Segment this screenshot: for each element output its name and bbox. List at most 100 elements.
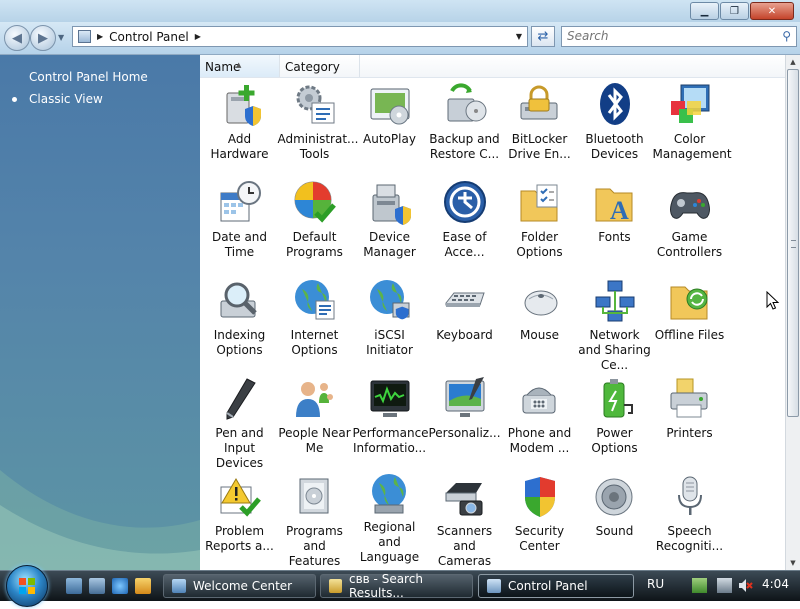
control-panel-item[interactable]: Performance Informatio... bbox=[352, 373, 429, 471]
task-label: свв - Search Results... bbox=[349, 572, 423, 600]
scroll-down-button[interactable]: ▼ bbox=[786, 556, 800, 570]
minimize-button[interactable]: ▁ bbox=[690, 2, 719, 20]
control-panel-item[interactable]: Ease of Acce... bbox=[427, 177, 502, 275]
forward-button[interactable]: ▶ bbox=[30, 25, 56, 51]
task-label: Control Panel bbox=[508, 579, 588, 593]
content-area: ▲ Name Category Add Hardware Administrat..… bbox=[200, 55, 785, 570]
item-label: iSCSI Initiator bbox=[366, 328, 413, 357]
security-center-icon bbox=[516, 471, 564, 521]
device-manager-icon bbox=[366, 177, 414, 227]
offline-files-icon bbox=[666, 275, 714, 325]
address-bar[interactable]: ▶ Control Panel ▶ ▼ bbox=[72, 26, 528, 47]
scroll-thumb[interactable] bbox=[787, 69, 799, 417]
control-panel-item[interactable]: People Near Me bbox=[277, 373, 352, 471]
breadcrumb-control-panel[interactable]: Control Panel bbox=[109, 30, 189, 44]
performance-icon bbox=[366, 373, 414, 423]
item-label: Pen and Input Devices bbox=[215, 426, 264, 470]
address-dropdown-icon[interactable]: ▼ bbox=[516, 32, 522, 41]
item-label: Keyboard bbox=[436, 328, 493, 342]
control-panel-item[interactable]: Add Hardware bbox=[202, 79, 277, 177]
internet-explorer-icon[interactable] bbox=[112, 578, 128, 594]
switch-windows-icon[interactable] bbox=[89, 578, 105, 594]
control-panel-item[interactable]: Programs and Features bbox=[277, 471, 352, 569]
breadcrumb-separator-icon[interactable]: ▶ bbox=[97, 32, 103, 41]
media-player-icon[interactable] bbox=[135, 578, 151, 594]
control-panel-item[interactable]: Network and Sharing Ce... bbox=[577, 275, 652, 373]
start-orb-button[interactable] bbox=[6, 565, 48, 607]
search-box[interactable]: ⚲ bbox=[561, 26, 797, 47]
show-desktop-icon[interactable] bbox=[66, 578, 82, 594]
control-panel-item[interactable]: Printers bbox=[652, 373, 727, 471]
control-panel-item[interactable]: Problem Reports a... bbox=[202, 471, 277, 569]
network-tray-icon[interactable] bbox=[692, 578, 707, 593]
search-input[interactable] bbox=[562, 27, 767, 45]
control-panel-item[interactable]: A Fonts bbox=[577, 177, 652, 275]
clock[interactable]: 4:04 bbox=[762, 577, 789, 591]
folder-options-icon bbox=[516, 177, 564, 227]
control-panel-item[interactable]: Backup and Restore C... bbox=[427, 79, 502, 177]
control-panel-item[interactable]: Scanners and Cameras bbox=[427, 471, 502, 569]
control-panel-item[interactable]: Default Programs bbox=[277, 177, 352, 275]
column-name[interactable]: ▲ Name bbox=[200, 55, 280, 77]
autoplay-icon bbox=[366, 79, 414, 129]
computer-tray-icon[interactable] bbox=[717, 578, 732, 593]
control-panel-item[interactable]: Indexing Options bbox=[202, 275, 277, 373]
control-panel-item[interactable]: Game Controllers bbox=[652, 177, 727, 275]
scanners-cameras-icon bbox=[441, 471, 489, 521]
task-welcome-center[interactable]: Welcome Center bbox=[163, 574, 316, 598]
control-panel-item[interactable]: Device Manager bbox=[352, 177, 427, 275]
search-icon[interactable]: ⚲ bbox=[782, 29, 791, 43]
item-label: Administrat... Tools bbox=[277, 132, 359, 161]
item-label: Bluetooth Devices bbox=[585, 132, 644, 161]
vertical-scrollbar[interactable]: ▲ ▼ bbox=[785, 55, 800, 570]
control-panel-item[interactable]: Folder Options bbox=[502, 177, 577, 275]
control-panel-item[interactable]: Sound bbox=[577, 471, 652, 569]
color-management-icon bbox=[666, 79, 714, 129]
control-panel-item[interactable]: Date and Time bbox=[202, 177, 277, 275]
control-panel-item[interactable]: Phone and Modem ... bbox=[502, 373, 577, 471]
control-panel-item[interactable]: Bluetooth Devices bbox=[577, 79, 652, 177]
column-category[interactable]: Category bbox=[280, 55, 360, 77]
game-controllers-icon bbox=[666, 177, 714, 227]
language-indicator[interactable]: RU bbox=[647, 577, 664, 591]
classic-view-link[interactable]: Classic View bbox=[29, 92, 103, 106]
volume-muted-icon[interactable] bbox=[738, 578, 753, 593]
close-button[interactable]: ✕ bbox=[750, 2, 794, 20]
control-panel-home-link[interactable]: Control Panel Home bbox=[29, 70, 148, 84]
control-panel-item[interactable]: Color Management bbox=[652, 79, 732, 177]
control-panel-item[interactable]: Speech Recogniti... bbox=[652, 471, 727, 569]
item-label: Mouse bbox=[520, 328, 559, 342]
scroll-up-button[interactable]: ▲ bbox=[786, 55, 800, 69]
back-button[interactable]: ◀ bbox=[4, 25, 30, 51]
welcome-center-icon bbox=[172, 579, 186, 593]
control-panel-item[interactable]: Pen and Input Devices bbox=[202, 373, 277, 471]
control-panel-item[interactable]: Security Center bbox=[502, 471, 577, 569]
control-panel-item[interactable]: Power Options bbox=[577, 373, 652, 471]
breadcrumb-chevron-icon[interactable]: ▶ bbox=[195, 32, 201, 41]
item-label: Problem Reports a... bbox=[205, 524, 274, 553]
control-panel-item[interactable]: Regional and Language ... bbox=[352, 471, 427, 570]
network-sharing-icon bbox=[591, 275, 639, 325]
control-panel-item[interactable]: Administrat... Tools bbox=[277, 79, 359, 177]
windows-logo-icon bbox=[19, 578, 35, 594]
item-label: Printers bbox=[666, 426, 713, 440]
pen-input-icon bbox=[216, 373, 264, 423]
task-control-panel[interactable]: Control Panel bbox=[478, 574, 634, 598]
task-search-results[interactable]: свв - Search Results... bbox=[320, 572, 473, 600]
control-panel-item[interactable]: BitLocker Drive En... bbox=[502, 79, 577, 177]
control-panel-item[interactable]: Keyboard bbox=[427, 275, 502, 373]
control-panel-item[interactable]: Mouse bbox=[502, 275, 577, 373]
column-header: ▲ Name Category bbox=[200, 55, 785, 78]
control-panel-item[interactable]: iSCSI Initiator bbox=[352, 275, 427, 373]
current-view-bullet-icon bbox=[12, 97, 17, 102]
maximize-button[interactable]: ❐ bbox=[720, 2, 749, 20]
refresh-button[interactable]: ⇄ bbox=[531, 26, 555, 47]
recent-pages-dropdown[interactable]: ▼ bbox=[58, 33, 64, 42]
item-label: Backup and Restore C... bbox=[429, 132, 500, 161]
item-label: Folder Options bbox=[516, 230, 563, 259]
sound-icon bbox=[591, 471, 639, 521]
control-panel-item[interactable]: Personaliz... bbox=[427, 373, 502, 471]
control-panel-item[interactable]: Internet Options bbox=[277, 275, 352, 373]
control-panel-item[interactable]: Offline Files bbox=[652, 275, 727, 373]
control-panel-item[interactable]: AutoPlay bbox=[352, 79, 427, 177]
